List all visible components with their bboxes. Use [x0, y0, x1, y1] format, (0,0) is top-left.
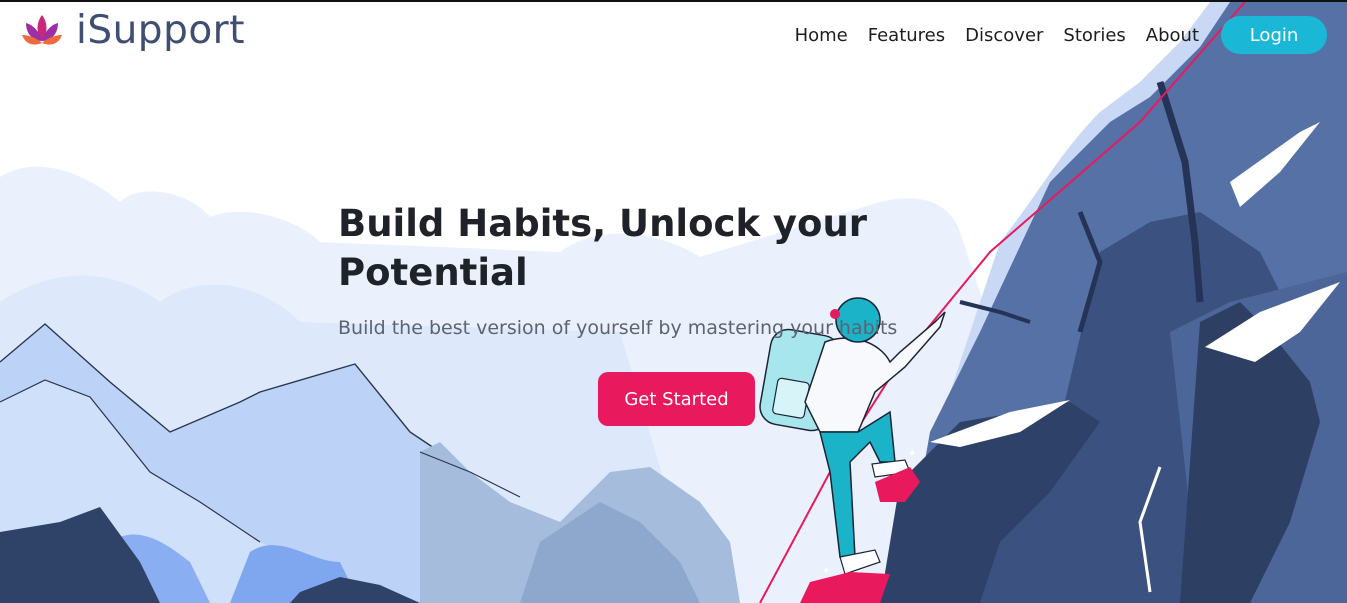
main-nav: Home Features Discover Stories About Log…	[795, 16, 1327, 54]
brand[interactable]: iSupport	[20, 8, 245, 53]
nav-about[interactable]: About	[1146, 25, 1199, 46]
hero-title: Build Habits, Unlock your Potential	[338, 202, 868, 294]
get-started-button[interactable]: Get Started	[598, 372, 755, 426]
hero-subtitle: Build the best version of yourself by ma…	[338, 317, 898, 339]
brand-name: iSupport	[76, 8, 246, 53]
svg-text:✦: ✦	[907, 446, 917, 460]
lotus-icon	[22, 14, 62, 45]
nav-discover[interactable]: Discover	[965, 25, 1043, 46]
login-button[interactable]: Login	[1221, 16, 1327, 54]
nav-features[interactable]: Features	[868, 25, 945, 46]
nav-home[interactable]: Home	[795, 25, 848, 46]
hero-section: Build Habits, Unlock your Potential Buil…	[338, 199, 898, 339]
nav-stories[interactable]: Stories	[1063, 25, 1125, 46]
svg-text:✦: ✦	[822, 566, 830, 577]
